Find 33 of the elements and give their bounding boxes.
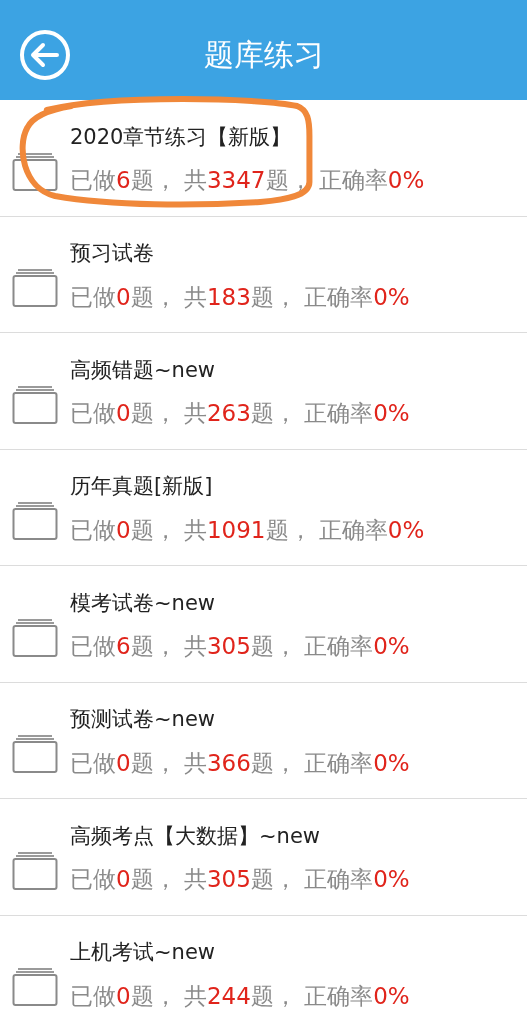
progress-stats: 已做0题， 共366题， 正确率0%: [70, 748, 410, 778]
exam-list-item[interactable]: 高频错题~new 已做0题， 共263题， 正确率0%: [0, 333, 527, 450]
item-title: 高频错题~new: [70, 356, 216, 384]
exam-list-item[interactable]: 上机考试~new 已做0题， 共244题， 正确率0%: [0, 915, 527, 1024]
folder-icon: [12, 501, 58, 541]
item-title: 高频考点【大数据】~new: [70, 822, 321, 850]
progress-stats: 已做0题， 共1091题， 正确率0%: [70, 515, 425, 545]
exam-list-item[interactable]: 预习试卷 已做0题， 共183题， 正确率0%: [0, 216, 527, 333]
progress-stats: 已做0题， 共263题， 正确率0%: [70, 399, 410, 428]
page-title: 题库练习: [203, 35, 324, 74]
item-title: 2020章节练习【新版】: [70, 123, 293, 151]
progress-stats: 已做0题， 共183题， 正确率0%: [70, 282, 410, 312]
progress-stats: 已做6题， 共3347题， 正确率0%: [70, 166, 425, 195]
item-title: 上机考试~new: [70, 939, 216, 966]
exam-list-item[interactable]: 模考试卷~new 已做6题， 共305题， 正确率0%: [0, 566, 527, 683]
folder-icon: [12, 268, 58, 308]
progress-stats: 已做0题， 共305题， 正确率0%: [70, 865, 410, 894]
exam-list-item[interactable]: 高频考点【大数据】~new 已做0题， 共305题， 正确率0%: [0, 799, 527, 916]
item-title: 模考试卷~new: [70, 589, 216, 617]
exam-list-item[interactable]: 历年真题[新版] 已做0题， 共1091题， 正确率0%: [0, 449, 527, 566]
progress-stats: 已做6题， 共305题， 正确率0%: [70, 632, 410, 661]
item-title: 预测试卷~new: [70, 706, 216, 733]
folder-icon: [12, 850, 58, 891]
folder-icon: [12, 617, 58, 658]
item-title: 预习试卷: [70, 240, 155, 267]
back-icon[interactable]: [18, 28, 72, 82]
folder-icon: [12, 384, 58, 425]
item-title: 历年真题[新版]: [70, 473, 214, 500]
folder-icon: [12, 734, 58, 774]
progress-stats: 已做0题， 共244题， 正确率0%: [70, 981, 410, 1011]
exam-list-item[interactable]: 2020章节练习【新版】 已做6题， 共3347题， 正确率0%: [0, 100, 527, 217]
folder-icon: [12, 967, 58, 1007]
exam-list-item[interactable]: 预测试卷~new 已做0题， 共366题， 正确率0%: [0, 682, 527, 799]
